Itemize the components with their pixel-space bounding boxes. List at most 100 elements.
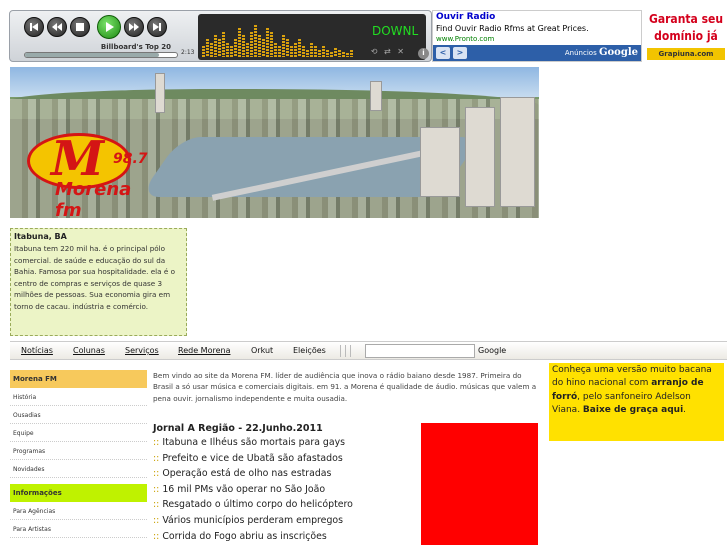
hino-text-3: . bbox=[683, 405, 687, 416]
ad-prev-icon[interactable]: < bbox=[436, 47, 450, 59]
sidebar-heading-informacoes: Informações bbox=[10, 484, 147, 502]
nav-colunas[interactable]: Colunas bbox=[73, 346, 105, 355]
eq-bar bbox=[222, 32, 225, 57]
sidebar-item-equipe[interactable]: Equipe bbox=[10, 424, 147, 442]
nav-separator bbox=[340, 345, 341, 357]
nav-orkut[interactable]: Orkut bbox=[251, 346, 273, 355]
play-icon[interactable] bbox=[97, 15, 121, 39]
stop-icon[interactable] bbox=[70, 17, 90, 37]
nav-servicos[interactable]: Serviços bbox=[125, 346, 159, 355]
eq-bar bbox=[262, 39, 265, 57]
ad-text: Find Ouvir Radio Rfms at Great Prices. bbox=[436, 24, 589, 33]
track-title: Billboard's Top 20 bbox=[100, 43, 172, 51]
nav-bar: Notícias Colunas Serviços Rede Morena Or… bbox=[10, 341, 727, 360]
ad-url[interactable]: www.Pronto.com bbox=[436, 35, 494, 43]
city-info-text: Itabuna tem 220 mil ha. é o principal pó… bbox=[14, 244, 175, 311]
ad-next-icon[interactable]: > bbox=[453, 47, 467, 59]
header-banner: M 98.7 Morena fm bbox=[10, 67, 539, 218]
news-item[interactable]: :: Vários municípios perderam empregos bbox=[153, 515, 353, 531]
ad-label[interactable]: Anúncios Google bbox=[565, 47, 638, 58]
news-link[interactable]: Operação está de olho nas estradas bbox=[162, 468, 331, 479]
news-link[interactable]: Itabuna e Ilhéus são mortais para gays bbox=[162, 437, 345, 448]
nav-rede-morena[interactable]: Rede Morena bbox=[178, 346, 230, 355]
news-link[interactable]: Corrida do Fogo abriu as inscrições bbox=[162, 531, 327, 542]
sidebar-item-novidades[interactable]: Novidades bbox=[10, 460, 147, 478]
hino-promo[interactable]: Conheça uma versão muito bacana do hino … bbox=[549, 363, 724, 441]
eq-bar bbox=[338, 50, 341, 57]
sidebar-item-ousadias[interactable]: Ousadias bbox=[10, 406, 147, 424]
eq-bar bbox=[202, 46, 205, 57]
eq-bar bbox=[302, 46, 305, 57]
fast-forward-icon[interactable] bbox=[124, 17, 144, 37]
nav-noticias[interactable]: Notícias bbox=[21, 346, 53, 355]
eq-bar bbox=[246, 43, 249, 57]
news-link[interactable]: Prefeito e vice de Ubatã são afastados bbox=[162, 453, 342, 464]
sidebar-item-programas[interactable]: Programas bbox=[10, 442, 147, 460]
eq-bar bbox=[306, 50, 309, 57]
city-info-box: Itabuna, BA Itabuna tem 220 mil ha. é o … bbox=[10, 228, 187, 336]
ad-title[interactable]: Ouvir Radio bbox=[436, 12, 495, 22]
skip-forward-icon[interactable] bbox=[147, 17, 167, 37]
news-link[interactable]: Vários municípios perderam empregos bbox=[162, 515, 343, 526]
info-icon[interactable]: i bbox=[418, 48, 429, 59]
progress-fill bbox=[25, 53, 159, 57]
promo-sub: Grapiuna.com bbox=[647, 48, 725, 60]
search-input[interactable] bbox=[365, 344, 475, 358]
rewind-icon[interactable] bbox=[47, 17, 67, 37]
news-link[interactable]: Resgatado o último corpo do helicóptero bbox=[162, 499, 353, 510]
banner-building bbox=[155, 73, 165, 113]
news-item[interactable]: :: Resgatado o último corpo do helicópte… bbox=[153, 499, 353, 515]
skip-back-icon[interactable] bbox=[24, 17, 44, 37]
red-ad-block[interactable] bbox=[421, 423, 538, 545]
eq-bar bbox=[326, 50, 329, 57]
eq-bar bbox=[234, 39, 237, 57]
track-time: 2:13 bbox=[181, 49, 195, 56]
eq-bar bbox=[270, 32, 273, 57]
news-link[interactable]: 16 mil PMs vão operar no São João bbox=[162, 484, 325, 495]
news-section: Jornal A Região - 22.Junho.2011 :: Itabu… bbox=[153, 423, 353, 545]
news-item[interactable]: :: 16 mil PMs vão operar no São João bbox=[153, 484, 353, 500]
hino-download-link[interactable]: Baixe de graça aqui bbox=[583, 405, 683, 415]
eq-bar bbox=[258, 35, 261, 57]
eq-bar bbox=[206, 39, 209, 57]
sidebar-item-artistas[interactable]: Para Artistas bbox=[10, 520, 147, 538]
news-item[interactable]: :: Operação está de olho nas estradas bbox=[153, 468, 353, 484]
sidebar-item-agencias[interactable]: Para Agências bbox=[10, 502, 147, 520]
sidebar-heading-morena: Morena FM bbox=[10, 370, 147, 388]
ad-unit[interactable]: Ouvir Radio Find Ouvir Radio Rfms at Gre… bbox=[432, 10, 642, 62]
logo-frequency: 98.7 bbox=[113, 151, 148, 167]
banner-building bbox=[500, 97, 535, 207]
news-bullet: :: bbox=[153, 499, 160, 511]
eq-bar bbox=[226, 43, 229, 57]
eq-bar bbox=[238, 28, 241, 57]
nav-eleicoes[interactable]: Eleições bbox=[293, 346, 326, 355]
player-mini-controls[interactable]: ⟲ ⇄ ✕ bbox=[371, 47, 406, 56]
eq-bar bbox=[310, 43, 313, 57]
eq-bar bbox=[210, 43, 213, 57]
eq-bar bbox=[290, 46, 293, 57]
eq-bar bbox=[294, 43, 297, 57]
sidebar-item-historia[interactable]: História bbox=[10, 388, 147, 406]
eq-bar bbox=[330, 52, 333, 57]
news-bullet: :: bbox=[153, 483, 160, 495]
news-item[interactable]: :: Prefeito e vice de Ubatã são afastado… bbox=[153, 453, 353, 469]
news-heading: Jornal A Região - 22.Junho.2011 bbox=[153, 423, 323, 434]
eq-bar bbox=[318, 50, 321, 57]
eq-bar bbox=[350, 50, 353, 57]
morena-fm-logo[interactable]: M 98.7 Morena fm bbox=[27, 129, 157, 218]
news-item[interactable]: :: Corrida do Fogo abriu as inscrições bbox=[153, 531, 353, 545]
domain-promo[interactable]: Garanta seu domínio já Grapiuna.com bbox=[645, 10, 727, 62]
banner-building bbox=[465, 107, 495, 207]
eq-bar bbox=[250, 32, 253, 57]
eq-bar bbox=[230, 46, 233, 57]
eq-bar bbox=[266, 28, 269, 57]
news-bullet: :: bbox=[153, 530, 160, 542]
eq-bar bbox=[346, 53, 349, 57]
player-display: DOWNL ⟲ ⇄ ✕ bbox=[198, 14, 426, 60]
google-search-button[interactable]: Google bbox=[478, 346, 506, 355]
eq-bar bbox=[282, 35, 285, 57]
left-sidebar: Morena FM História Ousadias Equipe Progr… bbox=[10, 370, 147, 538]
news-item[interactable]: :: Itabuna e Ilhéus são mortais para gay… bbox=[153, 437, 353, 453]
eq-bar bbox=[322, 46, 325, 57]
progress-bar[interactable] bbox=[24, 52, 178, 58]
